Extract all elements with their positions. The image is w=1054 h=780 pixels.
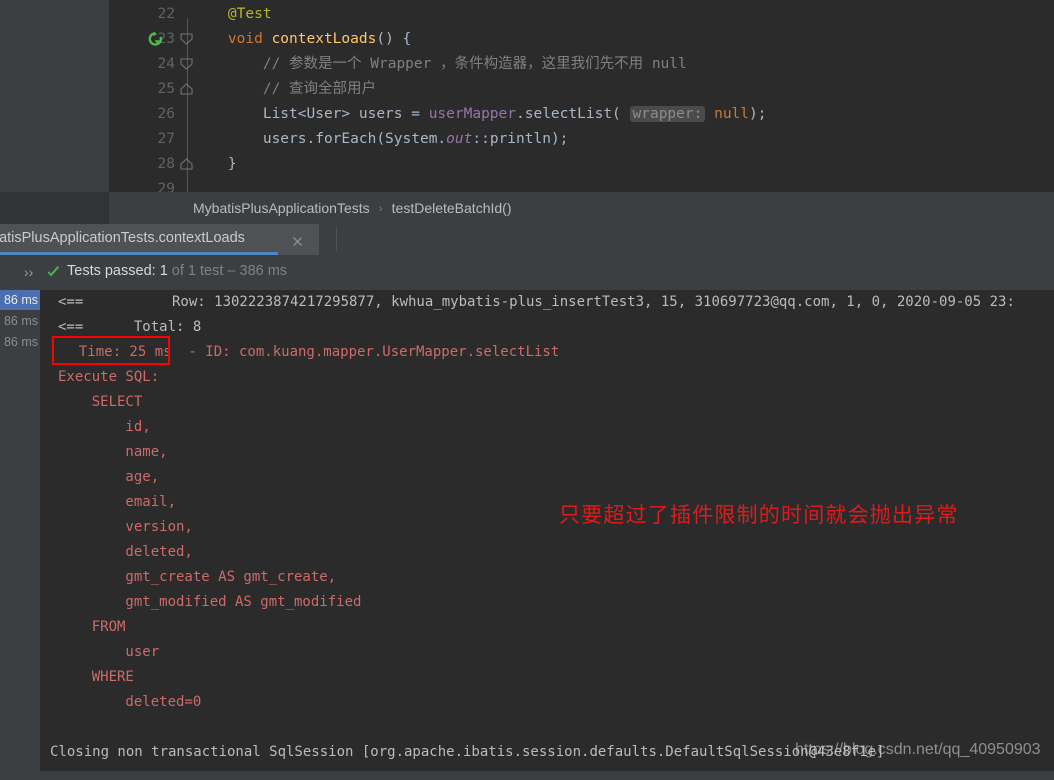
- code-line[interactable]: }: [193, 152, 237, 177]
- run-tab-active[interactable]: batisPlusApplicationTests.contextLoads: [0, 224, 319, 255]
- console-output[interactable]: <== Row: 1302223874217295877, kwhua_mybat…: [40, 290, 1054, 771]
- test-tree-panel[interactable]: 86 ms 86 ms 86 ms: [0, 290, 40, 771]
- fold-toggle-icon[interactable]: [179, 33, 196, 46]
- code-token: .selectList(: [516, 106, 630, 122]
- test-duration: 86 ms: [3, 293, 38, 307]
- console-line: SELECT: [58, 394, 143, 410]
- run-tab-label: batisPlusApplicationTests.contextLoads: [0, 230, 245, 246]
- console-line: Row: 1302223874217295877, kwhua_mybatis-…: [172, 294, 1015, 310]
- console-line: gmt_create AS gmt_create,: [58, 569, 337, 585]
- tab-divider: [336, 228, 337, 251]
- breadcrumb-bar: MybatisPlusApplicationTests › testDelete…: [0, 192, 1054, 224]
- ide-window: 22 23 24 25 26 27 28 29 @Test void contextLoads…: [0, 0, 1054, 771]
- console-line: age,: [58, 469, 160, 485]
- test-tree-row[interactable]: 86 ms: [0, 311, 40, 331]
- expand-all-icon[interactable]: ››: [24, 264, 33, 280]
- annotation-note: 只要超过了插件限制的时间就会抛出异常: [559, 503, 959, 527]
- code-token: @Test: [227, 6, 272, 22]
- code-editor-region: 22 23 24 25 26 27 28 29 @Test void contextLoads…: [0, 0, 1054, 197]
- status-count: 1: [159, 263, 168, 279]
- editor-scrollbar-track[interactable]: [100, 0, 209, 192]
- status-suffix: of 1 test – 386 ms: [167, 263, 288, 279]
- chevron-right-icon: ›: [378, 201, 383, 215]
- console-line: deleted,: [58, 544, 193, 560]
- code-token: }: [193, 156, 237, 172]
- code-token: // 参数是一个 Wrapper ，条件构造器，这里我们先不用 null: [193, 56, 687, 72]
- console-clipped-line: [50, 764, 58, 780]
- fold-toggle-icon[interactable]: [179, 58, 196, 71]
- console-line: gmt_modified AS gmt_modified: [58, 594, 362, 610]
- code-token: () {: [376, 31, 412, 47]
- status-prefix: Tests passed:: [67, 263, 160, 279]
- test-duration: 86 ms: [3, 335, 38, 349]
- console-line: Closing non transactional SqlSession [or…: [50, 744, 885, 760]
- breadcrumb-left-filler: [0, 192, 109, 224]
- breadcrumb-method[interactable]: testDeleteBatchId(): [392, 200, 512, 216]
- console-line: id,: [58, 419, 151, 435]
- code-lines[interactable]: @Test void contextLoads() { // 参数是一个 Wra…: [109, 0, 1054, 192]
- fold-toggle-icon[interactable]: [179, 83, 196, 96]
- test-tree-row[interactable]: 86 ms: [0, 290, 40, 310]
- code-line[interactable]: void contextLoads() {: [193, 27, 411, 52]
- code-token: );: [749, 106, 767, 122]
- code-token: // 查询全部用户: [193, 81, 377, 97]
- console-line: deleted=0: [58, 694, 202, 710]
- code-token: out: [446, 131, 473, 147]
- code-line[interactable]: // 参数是一个 Wrapper ，条件构造器，这里我们先不用 null: [193, 52, 687, 77]
- console-line: version,: [58, 519, 193, 535]
- code-token: List<User> users =: [193, 106, 429, 122]
- parameter-hint: wrapper:: [629, 106, 706, 122]
- code-token: userMapper: [428, 106, 517, 122]
- console-line: user: [58, 644, 160, 660]
- run-test-gutter-icon[interactable]: [147, 31, 164, 48]
- console-line: <==: [58, 294, 84, 310]
- console-line: Execute SQL:: [58, 369, 160, 385]
- check-icon: [46, 265, 61, 280]
- run-tool-tabbar: batisPlusApplicationTests.contextLoads: [0, 224, 1054, 255]
- code-token: contextLoads: [271, 31, 377, 47]
- editor-code-area[interactable]: 22 23 24 25 26 27 28 29 @Test void contextLoads…: [109, 0, 1054, 197]
- code-token: users.forEach(System.: [193, 131, 447, 147]
- code-token: void: [227, 31, 263, 47]
- code-line[interactable]: List<User> users = userMapper.selectList…: [193, 102, 766, 127]
- editor-left-panel: [0, 0, 100, 192]
- code-token: ::println);: [472, 131, 569, 147]
- breadcrumb[interactable]: MybatisPlusApplicationTests › testDelete…: [109, 192, 1054, 224]
- console-line: name,: [58, 444, 168, 460]
- console-line: email,: [58, 494, 177, 510]
- test-tree-row[interactable]: 86 ms: [0, 332, 40, 352]
- watermark-text: https://blog.csdn.net/qq_40950903: [795, 741, 1041, 758]
- code-line[interactable]: @Test: [193, 2, 272, 27]
- code-token: null: [714, 106, 750, 122]
- console-line: WHERE: [58, 669, 134, 685]
- time-highlight-box: [52, 336, 170, 365]
- code-line[interactable]: users.forEach(System.out::println);: [193, 127, 569, 152]
- breadcrumb-class[interactable]: MybatisPlusApplicationTests: [193, 200, 370, 216]
- close-icon[interactable]: [291, 233, 304, 246]
- test-duration: 86 ms: [3, 314, 38, 328]
- test-status-text: Tests passed: 1 of 1 test – 386 ms: [67, 263, 287, 279]
- test-status-bar: ›› Tests passed: 1 of 1 test – 386 ms: [0, 255, 1054, 290]
- console-line: FROM: [58, 619, 126, 635]
- code-line[interactable]: // 查询全部用户: [193, 77, 376, 102]
- fold-toggle-icon[interactable]: [179, 158, 196, 171]
